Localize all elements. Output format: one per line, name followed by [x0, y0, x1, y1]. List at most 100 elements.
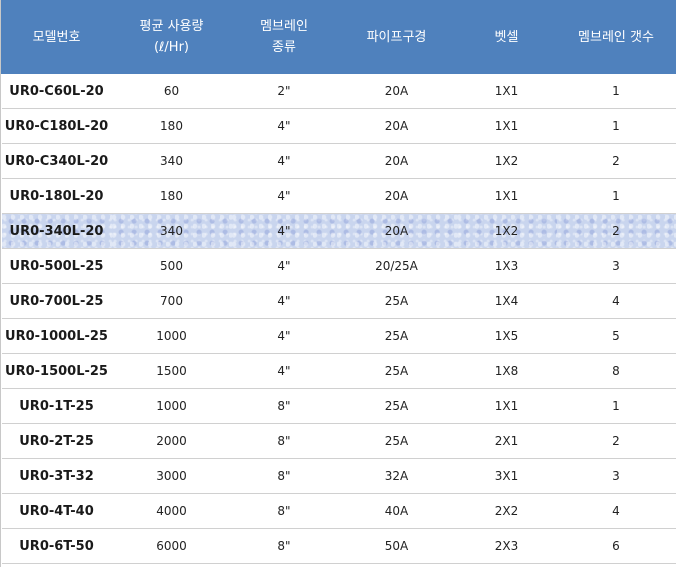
header-line: (ℓ/Hr) [153, 40, 189, 55]
cell-pipe-diameter: 25A [336, 353, 457, 389]
cell-membrane-type: 4" [231, 108, 337, 144]
cell-membrane-type: 4" [231, 248, 337, 284]
table-row: UR0-340L-20 340 4" 20A 1X2 2 [1, 213, 676, 249]
cell-membrane-count: 8 [556, 353, 676, 389]
cell-pipe-diameter: 25A [336, 423, 457, 459]
cell-average-usage: 3000 [111, 458, 232, 494]
header-line: 벳셀 [494, 29, 519, 45]
cell-pipe-diameter: 32A [336, 458, 457, 494]
cell-membrane-count: 2 [556, 213, 676, 249]
cell-membrane-type: 4" [231, 283, 337, 319]
header-line: 모델번호 [32, 29, 81, 45]
table-row: UR0-1500L-25 1500 4" 25A 1X8 8 [1, 353, 676, 389]
header-line: 멤브레인 [260, 19, 308, 34]
cell-membrane-count: 1 [556, 73, 676, 109]
cell-membrane-type: 4" [231, 213, 337, 249]
cell-pipe-diameter: 20A [336, 143, 457, 179]
cell-vessel: 1X2 [456, 143, 557, 179]
cell-vessel: 1X2 [456, 213, 557, 249]
table-row: UR0-1000L-25 1000 4" 25A 1X5 5 [1, 318, 676, 354]
cell-model-number: UR0-700L-25 [1, 283, 112, 319]
cell-membrane-count: 3 [556, 248, 676, 284]
header-model-number: 모델번호 [1, 0, 112, 74]
cell-average-usage: 180 [111, 178, 232, 214]
cell-membrane-count: 2 [556, 143, 676, 179]
cell-membrane-type: 8" [231, 458, 337, 494]
table-body: UR0-C60L-20 60 2" 20A 1X1 1 UR0-C180L-20 180 4" 2… [1, 73, 676, 564]
cell-membrane-type: 8" [231, 528, 337, 564]
header-line: 평균 사용량 [139, 19, 204, 34]
cell-pipe-diameter: 40A [336, 493, 457, 529]
cell-model-number: UR0-500L-25 [1, 248, 112, 284]
product-spec-table: 모델번호 평균 사용량 (ℓ/Hr) 멤브레인 종류 파이프구경 벳셀 멤브레인… [1, 0, 676, 564]
table-row: UR0-C180L-20 180 4" 20A 1X1 1 [1, 108, 676, 144]
cell-vessel: 2X2 [456, 493, 557, 529]
cell-model-number: UR0-3T-32 [1, 458, 112, 494]
table-row: UR0-4T-40 4000 8" 40A 2X2 4 [1, 493, 676, 529]
cell-vessel: 1X5 [456, 318, 557, 354]
table-row: UR0-180L-20 180 4" 20A 1X1 1 [1, 178, 676, 214]
table-row: UR0-1T-25 1000 8" 25A 1X1 1 [1, 388, 676, 424]
cell-vessel: 1X1 [456, 73, 557, 109]
cell-vessel: 1X8 [456, 353, 557, 389]
cell-pipe-diameter: 20A [336, 108, 457, 144]
cell-membrane-type: 4" [231, 318, 337, 354]
cell-model-number: UR0-C180L-20 [1, 108, 112, 144]
cell-model-number: UR0-2T-25 [1, 423, 112, 459]
header-pipe-diameter: 파이프구경 [336, 0, 457, 74]
cell-pipe-diameter: 20A [336, 73, 457, 109]
cell-average-usage: 700 [111, 283, 232, 319]
table-row: UR0-2T-25 2000 8" 25A 2X1 2 [1, 423, 676, 459]
cell-membrane-count: 1 [556, 178, 676, 214]
table-row: UR0-6T-50 6000 8" 50A 2X3 6 [1, 528, 676, 564]
cell-membrane-type: 8" [231, 493, 337, 529]
cell-membrane-type: 4" [231, 178, 337, 214]
table-row: UR0-700L-25 700 4" 25A 1X4 4 [1, 283, 676, 319]
cell-model-number: UR0-6T-50 [1, 528, 112, 564]
cell-average-usage: 340 [111, 143, 232, 179]
cell-model-number: UR0-1000L-25 [1, 318, 112, 354]
table-row: UR0-C60L-20 60 2" 20A 1X1 1 [1, 73, 676, 109]
cell-average-usage: 500 [111, 248, 232, 284]
header-line: 파이프구경 [366, 29, 427, 45]
cell-membrane-type: 8" [231, 388, 337, 424]
cell-vessel: 1X1 [456, 388, 557, 424]
cell-vessel: 3X1 [456, 458, 557, 494]
cell-pipe-diameter: 20A [336, 178, 457, 214]
table-row: UR0-C340L-20 340 4" 20A 1X2 2 [1, 143, 676, 179]
cell-average-usage: 4000 [111, 493, 232, 529]
cell-membrane-count: 6 [556, 528, 676, 564]
cell-model-number: UR0-4T-40 [1, 493, 112, 529]
table-row: UR0-500L-25 500 4" 20/25A 1X3 3 [1, 248, 676, 284]
table-row: UR0-3T-32 3000 8" 32A 3X1 3 [1, 458, 676, 494]
cell-membrane-type: 4" [231, 353, 337, 389]
header-line: 종류 [272, 40, 296, 55]
cell-model-number: UR0-1500L-25 [1, 353, 112, 389]
cell-average-usage: 6000 [111, 528, 232, 564]
header-line: 멤브레인 갯수 [578, 29, 654, 45]
cell-membrane-count: 4 [556, 283, 676, 319]
cell-model-number: UR0-C60L-20 [1, 73, 112, 109]
cell-pipe-diameter: 25A [336, 283, 457, 319]
cell-membrane-count: 1 [556, 388, 676, 424]
cell-pipe-diameter: 20/25A [336, 248, 457, 284]
header-membrane-count: 멤브레인 갯수 [556, 0, 676, 74]
table-header: 모델번호 평균 사용량 (ℓ/Hr) 멤브레인 종류 파이프구경 벳셀 멤브레인… [1, 0, 676, 74]
cell-vessel: 1X3 [456, 248, 557, 284]
header-average-usage: 평균 사용량 (ℓ/Hr) [111, 0, 232, 74]
cell-model-number: UR0-C340L-20 [1, 143, 112, 179]
cell-membrane-count: 4 [556, 493, 676, 529]
cell-membrane-count: 2 [556, 423, 676, 459]
cell-average-usage: 180 [111, 108, 232, 144]
cell-average-usage: 1000 [111, 388, 232, 424]
cell-model-number: UR0-180L-20 [1, 178, 112, 214]
header-membrane-type: 멤브레인 종류 [231, 0, 337, 74]
cell-membrane-count: 1 [556, 108, 676, 144]
cell-vessel: 2X3 [456, 528, 557, 564]
cell-average-usage: 1500 [111, 353, 232, 389]
cell-average-usage: 2000 [111, 423, 232, 459]
cell-membrane-type: 4" [231, 143, 337, 179]
cell-model-number: UR0-1T-25 [1, 388, 112, 424]
cell-pipe-diameter: 25A [336, 318, 457, 354]
cell-vessel: 1X1 [456, 108, 557, 144]
